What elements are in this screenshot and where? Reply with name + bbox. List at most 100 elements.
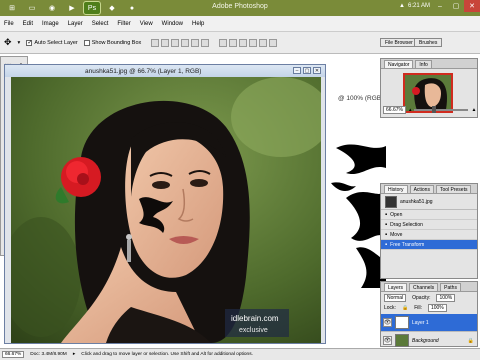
watermark-line1: idlebrain.com — [231, 314, 279, 323]
watermark-line2: exclusive — [239, 327, 268, 334]
history-snapshot[interactable]: anushka51.jpg — [381, 194, 477, 210]
menu-image[interactable]: Image — [42, 21, 59, 27]
maximize-button[interactable]: ▢ — [448, 0, 464, 12]
fill-field[interactable]: 100% — [427, 304, 447, 312]
document-title: anushka51.jpg @ 66.7% (Layer 1, RGB) — [85, 67, 202, 75]
history-state-free-transform[interactable]: ▪ Free Transform — [381, 240, 477, 250]
flame-tattoo-artwork — [331, 144, 386, 288]
tray-icon[interactable]: ▲ — [399, 3, 405, 9]
doc-minimize-button[interactable]: – — [293, 67, 301, 74]
opacity-field[interactable]: 100% — [436, 294, 456, 302]
snapshot-thumbnail — [385, 195, 397, 208]
navigator-zoom-field[interactable]: 66.67% — [383, 106, 406, 114]
info-tab[interactable]: Info — [415, 60, 432, 68]
menu-edit[interactable]: Edit — [23, 21, 33, 27]
lock-label: Lock: — [384, 305, 396, 311]
distribute-bottom-button[interactable] — [239, 38, 248, 47]
align-buttons — [151, 38, 210, 47]
document-canvas[interactable]: idlebrain.com exclusive — [11, 77, 321, 343]
history-state-label: Open — [390, 211, 403, 218]
layers-tab[interactable]: Layers — [384, 283, 408, 291]
align-left-button[interactable] — [181, 38, 190, 47]
brushes-tab[interactable]: Brushes — [414, 38, 443, 47]
history-tab[interactable]: History — [384, 185, 408, 193]
align-top-button[interactable] — [151, 38, 160, 47]
navigator-panel: Navigator Info 66.67% ▴ ▲ — [380, 58, 478, 118]
minimize-button[interactable]: – — [432, 0, 448, 12]
close-button[interactable]: ✕ — [464, 0, 480, 12]
show-bbox-checkbox[interactable]: Show Bounding Box — [83, 39, 141, 46]
status-hint: Click and drag to move layer or selectio… — [81, 352, 253, 357]
status-bar: 66.67% Doc: 3.4M/8.90M ▸ Click and drag … — [0, 348, 480, 360]
file-browser-tab[interactable]: File Browser — [380, 38, 418, 47]
layer-thumbnail — [395, 334, 409, 347]
navigator-tab[interactable]: Navigator — [384, 60, 414, 68]
doc-close-button[interactable]: ✕ — [313, 67, 321, 74]
history-state-label: Drag Selection — [390, 221, 423, 228]
menu-bar: File Edit Image Layer Select Filter View… — [0, 16, 480, 32]
navigator-zoom-slider[interactable] — [414, 106, 469, 113]
auto-select-box[interactable] — [26, 39, 33, 46]
status-doc-size[interactable]: Doc: 3.4M/8.90M — [30, 352, 67, 357]
distribute-center-button[interactable] — [259, 38, 268, 47]
doc-maximize-button[interactable]: ▢ — [303, 67, 311, 74]
distribute-middle-button[interactable] — [229, 38, 238, 47]
tool-presets-tab[interactable]: Tool Presets — [435, 185, 472, 193]
auto-select-checkbox[interactable]: Auto Select Layer — [26, 39, 78, 46]
show-bbox-box[interactable] — [83, 39, 90, 46]
history-state-open[interactable]: ▪ Open — [381, 210, 477, 220]
document-window[interactable]: anushka51.jpg @ 66.7% (Layer 1, RGB) – ▢… — [4, 64, 326, 344]
menu-file[interactable]: File — [4, 21, 14, 27]
zoom-in-icon[interactable]: ▲ — [471, 107, 476, 113]
clock: 6:21 AM — [407, 3, 430, 9]
eye-icon[interactable]: 👁 — [383, 336, 392, 345]
lock-icon: 🔒 — [467, 337, 474, 344]
layers-panel: Layers Channels Paths Normal Opacity: 10… — [380, 281, 478, 350]
distribute-buttons — [219, 38, 278, 47]
eye-icon[interactable]: 👁 — [383, 318, 392, 327]
align-right-button[interactable] — [201, 38, 210, 47]
free-transform-state-icon: ▪ — [385, 241, 388, 248]
menu-help[interactable]: Help — [192, 21, 204, 27]
move-tool-preset-icon[interactable]: ✥ — [4, 37, 12, 48]
snapshot-label: anushka51.jpg — [400, 198, 433, 205]
fill-label: Fill: — [414, 305, 422, 311]
background-document-title: @ 100% (RGB) — [338, 95, 384, 102]
zoom-out-icon[interactable]: ▴ — [409, 107, 412, 113]
history-state-label: Free Transform — [390, 241, 425, 248]
distribute-top-button[interactable] — [219, 38, 228, 47]
status-arrow-icon[interactable]: ▸ — [73, 352, 75, 357]
blend-mode-select[interactable]: Normal — [384, 294, 407, 302]
menu-window[interactable]: Window — [162, 21, 183, 27]
background-document[interactable] — [326, 88, 386, 288]
actions-tab[interactable]: Actions — [409, 185, 434, 193]
layer-thumbnail — [395, 316, 409, 329]
distribute-right-button[interactable] — [269, 38, 278, 47]
layer-name[interactable]: Background — [412, 338, 439, 344]
channels-tab[interactable]: Channels — [409, 283, 439, 291]
layer-name[interactable]: Layer 1 — [412, 320, 429, 326]
status-zoom-field[interactable]: 66.67% — [2, 351, 25, 358]
align-bottom-button[interactable] — [171, 38, 180, 47]
history-state-label: Move — [390, 231, 403, 238]
move-state-icon: ▪ — [385, 231, 388, 238]
lock-icon[interactable]: 🔒 — [402, 305, 408, 311]
align-center-button[interactable] — [191, 38, 200, 47]
layer-row-layer-1[interactable]: 👁 Layer 1 — [381, 314, 477, 332]
portrait-photo: idlebrain.com exclusive — [11, 77, 321, 343]
paths-tab[interactable]: Paths — [440, 283, 461, 291]
history-state-drag-selection[interactable]: ▪ Drag Selection — [381, 220, 477, 230]
menu-select[interactable]: Select — [92, 21, 109, 27]
history-state-move[interactable]: ▪ Move — [381, 230, 477, 240]
distribute-left-button[interactable] — [249, 38, 258, 47]
menu-layer[interactable]: Layer — [68, 21, 83, 27]
preset-dropdown-icon[interactable]: ▾ — [18, 40, 21, 46]
align-middle-button[interactable] — [161, 38, 170, 47]
history-panel: History Actions Tool Presets anushka51.j… — [380, 183, 478, 279]
opacity-label: Opacity: — [412, 295, 431, 301]
document-title-bar[interactable]: anushka51.jpg @ 66.7% (Layer 1, RGB) – ▢… — [5, 65, 325, 77]
open-state-icon: ▪ — [385, 211, 388, 218]
menu-view[interactable]: View — [140, 21, 153, 27]
title-bar: ⊞ ▭ ◉ ▶ Ps ◆ ● Adobe Photoshop ▲ 6:21 AM… — [0, 0, 480, 16]
menu-filter[interactable]: Filter — [117, 21, 130, 27]
